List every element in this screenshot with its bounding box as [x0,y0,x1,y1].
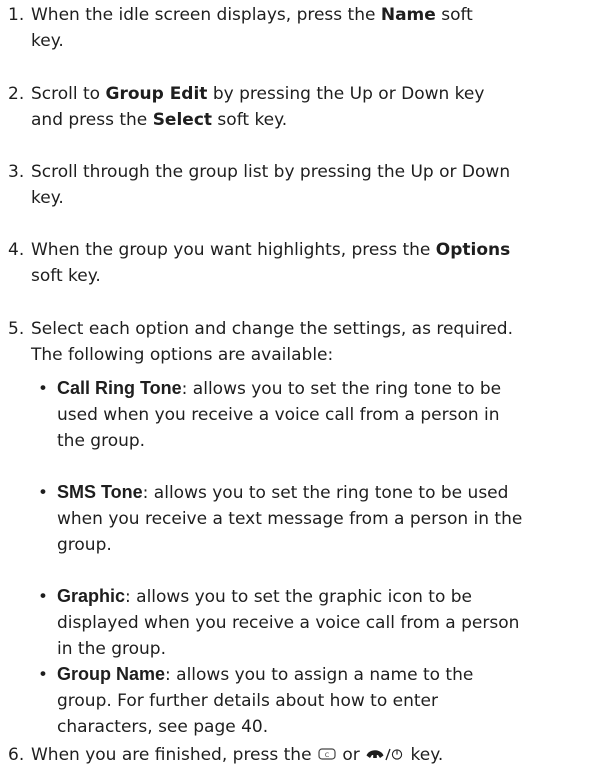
step-line: key. [31,31,64,51]
option-line: Graphic: allows you to set the graphic i… [57,586,472,607]
step-text: Scroll to Group Edit by pressing the Up … [31,81,601,133]
option-line: Call Ring Tone: allows you to set the ri… [57,378,502,399]
step-line: The following options are available: [31,345,334,365]
step-text: When the idle screen displays, press the… [31,2,601,54]
step-line: When you are finished, press the C or ke… [31,742,601,770]
bullet-dot: • [40,482,46,501]
step-number: 5. [8,319,25,339]
menu-name: Group Edit [105,84,208,104]
step-line: Scroll through the group list by pressin… [31,162,511,182]
step-line: Scroll to Group Edit by pressing the Up … [31,84,485,104]
step-line: key. [31,188,64,208]
step-text: Scroll through the group list by pressin… [31,159,601,211]
option-line: used when you receive a voice call from … [57,405,500,425]
clear-key-icon: C [317,744,337,770]
step-number: 2. [8,84,25,104]
key-name: Select [152,110,213,130]
instruction-page: 1. When the idle screen displays, press … [0,0,607,775]
key-name: Name [380,5,436,25]
option-line: group. For further details about how to … [57,691,438,711]
bullet-dot: • [40,378,46,397]
step-number: 6. [8,745,25,765]
step-number: 4. [8,240,25,260]
option-text: SMS Tone: allows you to set the ring ton… [57,479,602,558]
step-text: When you are finished, press the C or ke… [31,742,601,770]
option-line: Group Name: allows you to assign a name … [57,664,474,685]
option-line: the group. [57,431,146,451]
bullet-dot: • [40,586,46,605]
option-line: when you receive a text message from a p… [57,509,523,529]
option-term: Graphic [57,586,126,606]
option-line: characters, see page 40. [57,717,269,737]
option-term: Group Name [57,664,166,684]
step-number: 1. [8,5,25,25]
step-text: When the group you want highlights, pres… [31,237,601,289]
option-line: in the group. [57,639,166,659]
bullet-dot: • [40,664,46,683]
option-line: SMS Tone: allows you to set the ring ton… [57,482,509,503]
step-line: Select each option and change the settin… [31,319,513,339]
option-text: Graphic: allows you to set the graphic i… [57,583,602,662]
step-text: Select each option and change the settin… [31,316,601,368]
key-name: Options [435,240,511,260]
option-text: Call Ring Tone: allows you to set the ri… [57,375,602,454]
option-text: Group Name: allows you to assign a name … [57,661,602,740]
step-line: When the group you want highlights, pres… [31,240,511,260]
option-term: Call Ring Tone [57,378,182,398]
step-number: 3. [8,162,25,182]
step-line: soft key. [31,266,101,286]
end-power-key-icon [365,744,405,770]
option-line: group. [57,535,112,555]
step-line: and press the Select soft key. [31,110,288,130]
svg-text:C: C [325,751,330,759]
step-line: When the idle screen displays, press the… [31,5,473,25]
option-term: SMS Tone [57,482,143,502]
option-line: displayed when you receive a voice call … [57,613,520,633]
